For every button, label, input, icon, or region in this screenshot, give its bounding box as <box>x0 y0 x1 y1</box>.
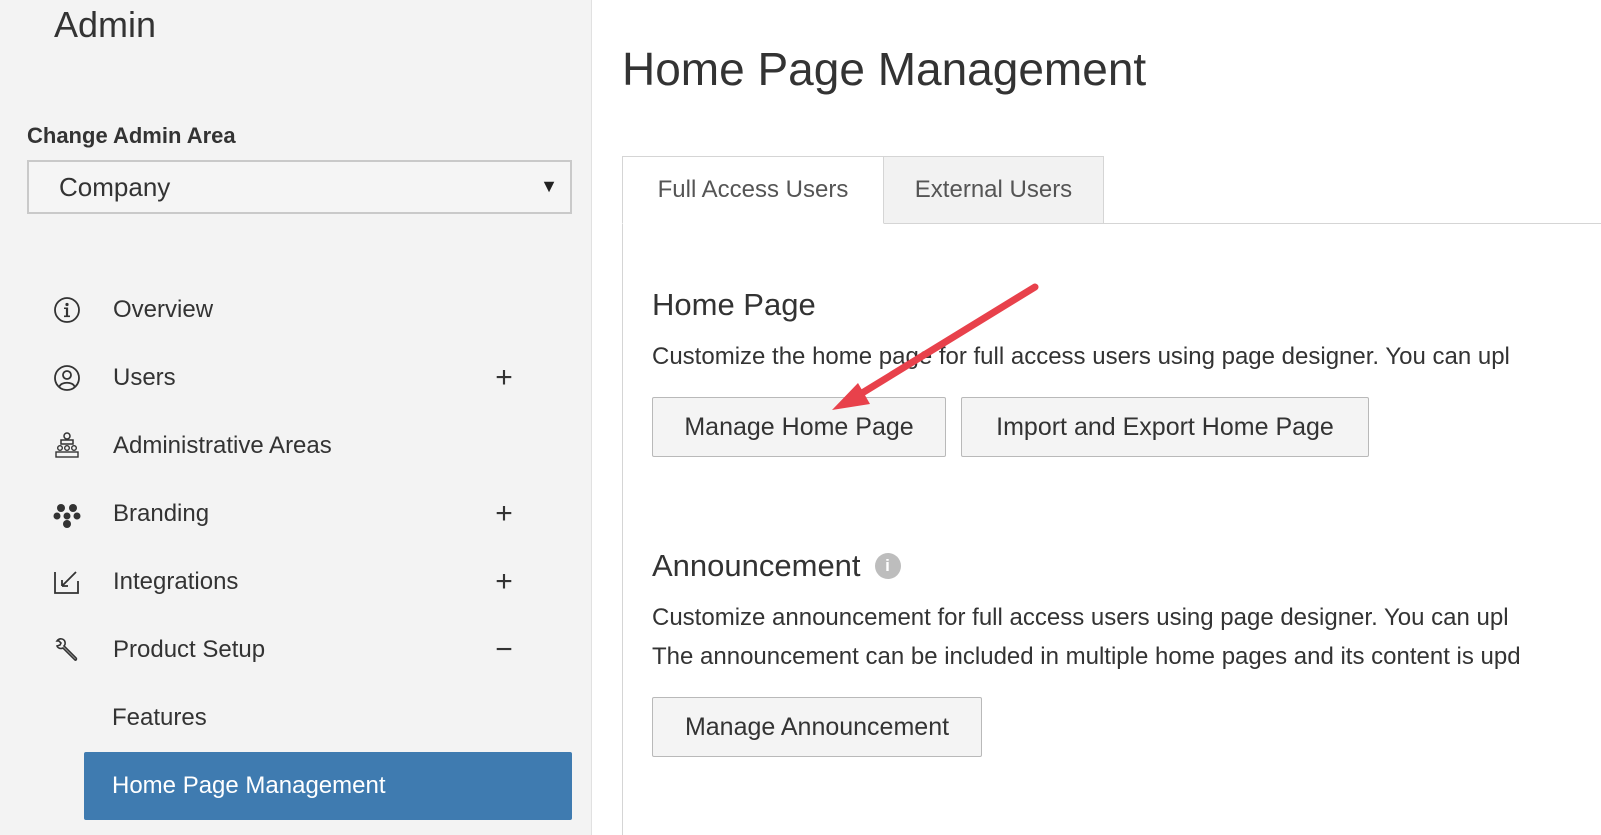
sidebar-nav: Overview Users + Administrative Areas Br… <box>0 276 592 820</box>
info-icon[interactable]: i <box>874 552 901 579</box>
sidebar-item-integrations[interactable]: Integrations + <box>0 548 592 616</box>
expand-plus-icon[interactable]: + <box>492 363 516 393</box>
caret-down-icon: ▼ <box>540 176 558 196</box>
collapse-minus-icon[interactable]: − <box>492 635 516 665</box>
expand-plus-icon[interactable]: + <box>492 499 516 529</box>
tab-external-users[interactable]: External Users <box>884 156 1104 224</box>
sidebar-item-branding[interactable]: Branding + <box>0 480 592 548</box>
announcement-description-line-1: Customize announcement for full access u… <box>652 604 1509 631</box>
page-title: Home Page Management <box>622 43 1147 95</box>
sidebar-item-label: Users <box>113 364 176 391</box>
sidebar-item-overview[interactable]: Overview <box>0 276 592 344</box>
manage-home-page-button[interactable]: Manage Home Page <box>652 397 946 457</box>
sidebar-item-users[interactable]: Users + <box>0 344 592 412</box>
sidebar: Admin Change Admin Area Company ▼ Overvi… <box>0 0 592 835</box>
home-page-section-title: Home Page <box>652 287 816 322</box>
expand-plus-icon[interactable]: + <box>492 567 516 597</box>
announcement-description-line-2: The announcement can be included in mult… <box>652 643 1521 670</box>
sidebar-item-product-setup[interactable]: Product Setup − <box>0 616 592 684</box>
sidebar-title: Admin <box>54 4 157 45</box>
home-page-description: Customize the home page for full access … <box>652 343 1510 370</box>
user-circle-icon <box>52 363 82 393</box>
announcement-section-title: Announcement i <box>652 548 901 584</box>
sidebar-subitem-home-page-management[interactable]: Home Page Management <box>84 752 572 820</box>
integration-arrow-icon <box>52 567 82 597</box>
admin-area-select[interactable]: Company ▼ <box>27 160 572 214</box>
sidebar-item-label: Overview <box>113 296 214 323</box>
sidebar-subitem-features[interactable]: Features <box>0 684 592 752</box>
announcement-title-text: Announcement <box>652 548 861 583</box>
tab-full-access-users[interactable]: Full Access Users <box>622 156 884 224</box>
wrench-icon <box>52 635 82 665</box>
sidebar-subitem-label: Features <box>112 704 207 731</box>
import-export-home-page-button[interactable]: Import and Export Home Page <box>961 397 1369 457</box>
sidebar-subitem-label: Home Page Management <box>112 772 386 799</box>
main-content: Home Page Management Full Access Users E… <box>592 0 1601 835</box>
sidebar-item-label: Integrations <box>113 568 239 595</box>
manage-announcement-button[interactable]: Manage Announcement <box>652 697 982 757</box>
admin-app: Admin Change Admin Area Company ▼ Overvi… <box>0 0 1601 835</box>
org-hierarchy-icon <box>52 431 82 461</box>
sidebar-item-label: Product Setup <box>113 636 266 663</box>
sidebar-item-label: Branding <box>113 500 210 527</box>
info-circle-icon <box>52 295 82 325</box>
branding-dots-icon <box>52 499 82 529</box>
user-type-tabs: Full Access Users External Users <box>622 156 1104 224</box>
sidebar-item-label: Administrative Areas <box>113 432 332 459</box>
change-admin-area-label: Change Admin Area <box>27 123 236 148</box>
admin-area-selected-value: Company <box>59 171 171 202</box>
sidebar-item-administrative-areas[interactable]: Administrative Areas <box>0 412 592 480</box>
